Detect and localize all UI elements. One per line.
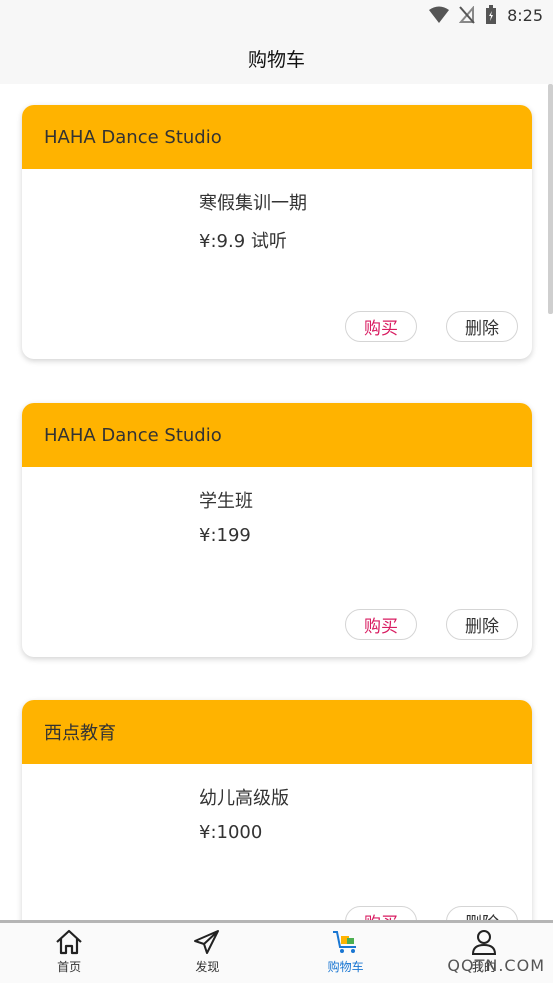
store-name[interactable]: HAHA Dance Studio — [44, 127, 222, 148]
card-header: HAHA Dance Studio — [22, 105, 532, 169]
course-title[interactable]: 幼儿高级版 — [199, 784, 289, 810]
battery-icon — [486, 5, 497, 24]
course-price: ¥:199 — [199, 525, 251, 546]
card-header: HAHA Dance Studio — [22, 403, 532, 467]
tab-discover[interactable]: 发现 — [138, 923, 276, 983]
watermark: QQTN.COM — [447, 956, 545, 975]
status-bar: 8:25 — [0, 0, 553, 32]
buy-button[interactable]: 购买 — [345, 609, 417, 640]
store-name[interactable]: 西点教育 — [44, 719, 116, 745]
cart-item: HAHA Dance Studio 寒假集训一期 ¥:9.9 试听 购买 删除 — [22, 105, 532, 359]
cart-list[interactable]: HAHA Dance Studio 寒假集训一期 ¥:9.9 试听 购买 删除 … — [0, 84, 553, 920]
tab-label: 首页 — [57, 960, 82, 974]
card-header: 西点教育 — [22, 700, 532, 764]
status-time: 8:25 — [507, 5, 543, 25]
scrollbar[interactable] — [548, 84, 553, 314]
page-title: 购物车 — [247, 48, 305, 71]
delete-button[interactable]: 删除 — [446, 311, 518, 342]
buy-button[interactable]: 购买 — [345, 906, 417, 920]
course-price: ¥:9.9 试听 — [199, 231, 287, 252]
status-icons: 8:25 — [429, 5, 543, 25]
tab-label: 购物车 — [327, 960, 364, 974]
wifi-icon — [429, 6, 450, 23]
no-signal-icon — [459, 6, 475, 24]
tab-home[interactable]: 首页 — [0, 923, 138, 983]
course-title[interactable]: 寒假集训一期 — [199, 189, 307, 215]
store-name[interactable]: HAHA Dance Studio — [44, 425, 222, 446]
course-price: ¥:1000 — [199, 822, 263, 843]
user-icon — [471, 930, 496, 955]
tab-cart[interactable]: 购物车 — [277, 923, 415, 983]
delete-button[interactable]: 删除 — [446, 609, 518, 640]
buy-button[interactable]: 购买 — [345, 311, 417, 342]
home-icon — [56, 929, 82, 955]
tab-label: 发现 — [195, 960, 220, 974]
app-header: 购物车 — [0, 32, 553, 84]
delete-button[interactable]: 删除 — [446, 906, 518, 920]
cart-icon — [332, 931, 356, 953]
cart-item: 西点教育 幼儿高级版 ¥:1000 购买 删除 — [22, 700, 532, 920]
paper-plane-icon — [194, 930, 220, 954]
course-title[interactable]: 学生班 — [199, 487, 253, 513]
cart-item: HAHA Dance Studio 学生班 ¥:199 购买 删除 — [22, 403, 532, 657]
